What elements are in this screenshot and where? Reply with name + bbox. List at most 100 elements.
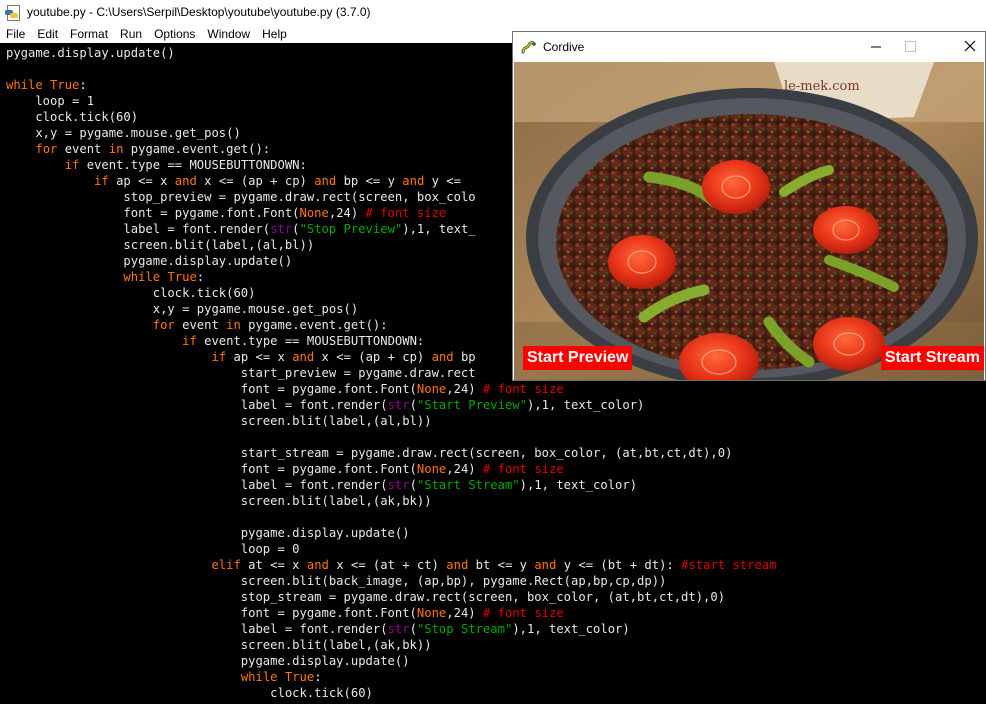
menu-window[interactable]: Window [201,27,256,41]
code-token: if [64,158,80,172]
code-line: pygame.display.update() [6,45,175,61]
close-button[interactable] [939,32,985,62]
code-token: in [226,318,241,332]
code-line: clock.tick(60) [6,285,256,301]
menu-help[interactable]: Help [256,27,293,41]
pygame-snake-icon [521,41,536,54]
code-token: label = font.render( [6,222,271,236]
pygame-window: Cordive le-mek.com Start Preview Start S… [512,31,986,381]
code-line: label = font.render(str("Start Stream"),… [6,477,637,493]
code-line: clock.tick(60) [6,685,373,701]
code-token: True [284,670,315,684]
python-file-icon [5,4,21,21]
code-token: str [270,222,293,236]
code-token: clock.tick(60) [6,110,139,124]
start-stream-button[interactable]: Start Stream [880,346,984,370]
code-line: if ap <= x and x <= (ap + cp) and bp <= … [6,173,461,189]
idle-titlebar[interactable]: youtube.py - C:\Users\Serpil\Desktop\you… [0,0,986,24]
code-token: bt <= y [468,558,535,572]
code-line: font = pygame.font.Font(None,24) # font … [6,605,564,621]
code-token: x <= (at + ct) [328,558,447,572]
code-token: x <= (ap + cp) [314,350,432,364]
minimize-button[interactable] [853,32,899,62]
code-line: font = pygame.font.Font(None,24) # font … [6,461,564,477]
code-token: screen.blit(label,(ak,bk)) [6,638,432,652]
code-token: and [174,174,197,188]
code-token: y <= [424,174,461,188]
code-line: while True: [6,669,322,685]
code-token: ( [409,478,417,492]
code-token: pygame.display.update() [6,254,293,268]
code-token: ),1, text_ [402,222,476,236]
code-line: while True: [6,77,87,93]
code-token: ,24) [328,206,366,220]
code-token: while [123,270,161,284]
code-token: if [211,350,227,364]
menu-run[interactable]: Run [114,27,148,41]
code-token: start_stream = pygame.draw.rect(screen, … [6,446,733,460]
code-token: if [182,334,197,348]
code-token: # font size [365,206,447,220]
code-line: screen.blit(back_image, (ap,bp), pygame.… [6,573,667,589]
code-token: for [152,318,175,332]
code-line: pygame.display.update() [6,253,292,269]
code-token: ,24) [446,462,483,476]
code-token: : [196,270,205,284]
code-token: "Stop Stream" [416,622,513,636]
code-line: screen.blit(label,(ak,bk)) [6,637,432,653]
menu-file[interactable]: File [0,27,31,41]
code-token: loop = 1 [6,94,95,108]
code-line: stop_preview = pygame.draw.rect(screen, … [6,189,476,205]
code-token: y <= (bt + dt): [556,558,682,572]
code-token: label = font.render( [6,398,388,412]
code-token: event [57,142,109,156]
code-line: loop = 1 [6,93,94,109]
code-token: ),1, text_color) [526,398,645,412]
menu-options[interactable]: Options [148,27,201,41]
code-line: loop = 0 [6,541,300,557]
code-line: start_preview = pygame.draw.rect [6,365,476,381]
code-token: stop_preview = pygame.draw.rect(screen, … [6,190,476,204]
start-preview-button[interactable]: Start Preview [523,346,633,370]
code-token: font = pygame.font.Font( [6,382,417,396]
code-token: screen.blit(label,(al,bl)) [6,414,432,428]
code-token: #start stream [681,558,777,572]
minimize-icon [871,46,881,48]
code-token: x <= (ap + cp) [196,174,315,188]
code-token: "Start Preview" [416,398,527,412]
window-title: youtube.py - C:\Users\Serpil\Desktop\you… [27,5,371,19]
code-token: and [314,174,337,188]
code-token: "Stop Preview" [299,222,403,236]
code-token: font = pygame.font.Font( [6,606,417,620]
code-token: loop = 0 [6,542,300,556]
code-token: pygame.event.get(): [240,318,388,332]
code-token: pygame.event.get(): [123,142,271,156]
close-icon [964,40,976,52]
code-token: font = pygame.font.Font( [6,206,300,220]
code-token: ),1, text_color) [512,622,630,636]
code-line: font = pygame.font.Font(None,24) # font … [6,205,446,221]
pygame-window-title: Cordive [543,40,585,54]
code-token: and [402,174,425,188]
pygame-titlebar[interactable]: Cordive [513,32,985,62]
code-line: pygame.display.update() [6,653,410,669]
code-token: ,24) [446,382,483,396]
code-line: screen.blit(label,(al,bl)) [6,413,432,429]
menu-format[interactable]: Format [64,27,114,41]
code-line: pygame.display.update() [6,525,410,541]
code-token: ),1, text_color) [519,478,638,492]
code-token: : [314,670,322,684]
code-line: label = font.render(str("Stop Preview"),… [6,221,476,237]
code-token: in [108,142,124,156]
menu-edit[interactable]: Edit [31,27,64,41]
code-token: None [416,606,447,620]
code-token: screen.blit(label,(ak,bk)) [6,494,432,508]
pygame-canvas[interactable]: le-mek.com Start Preview Start Stream [514,62,984,380]
code-line: clock.tick(60) [6,109,138,125]
code-line: screen.blit(label,(al,bl)) [6,237,314,253]
